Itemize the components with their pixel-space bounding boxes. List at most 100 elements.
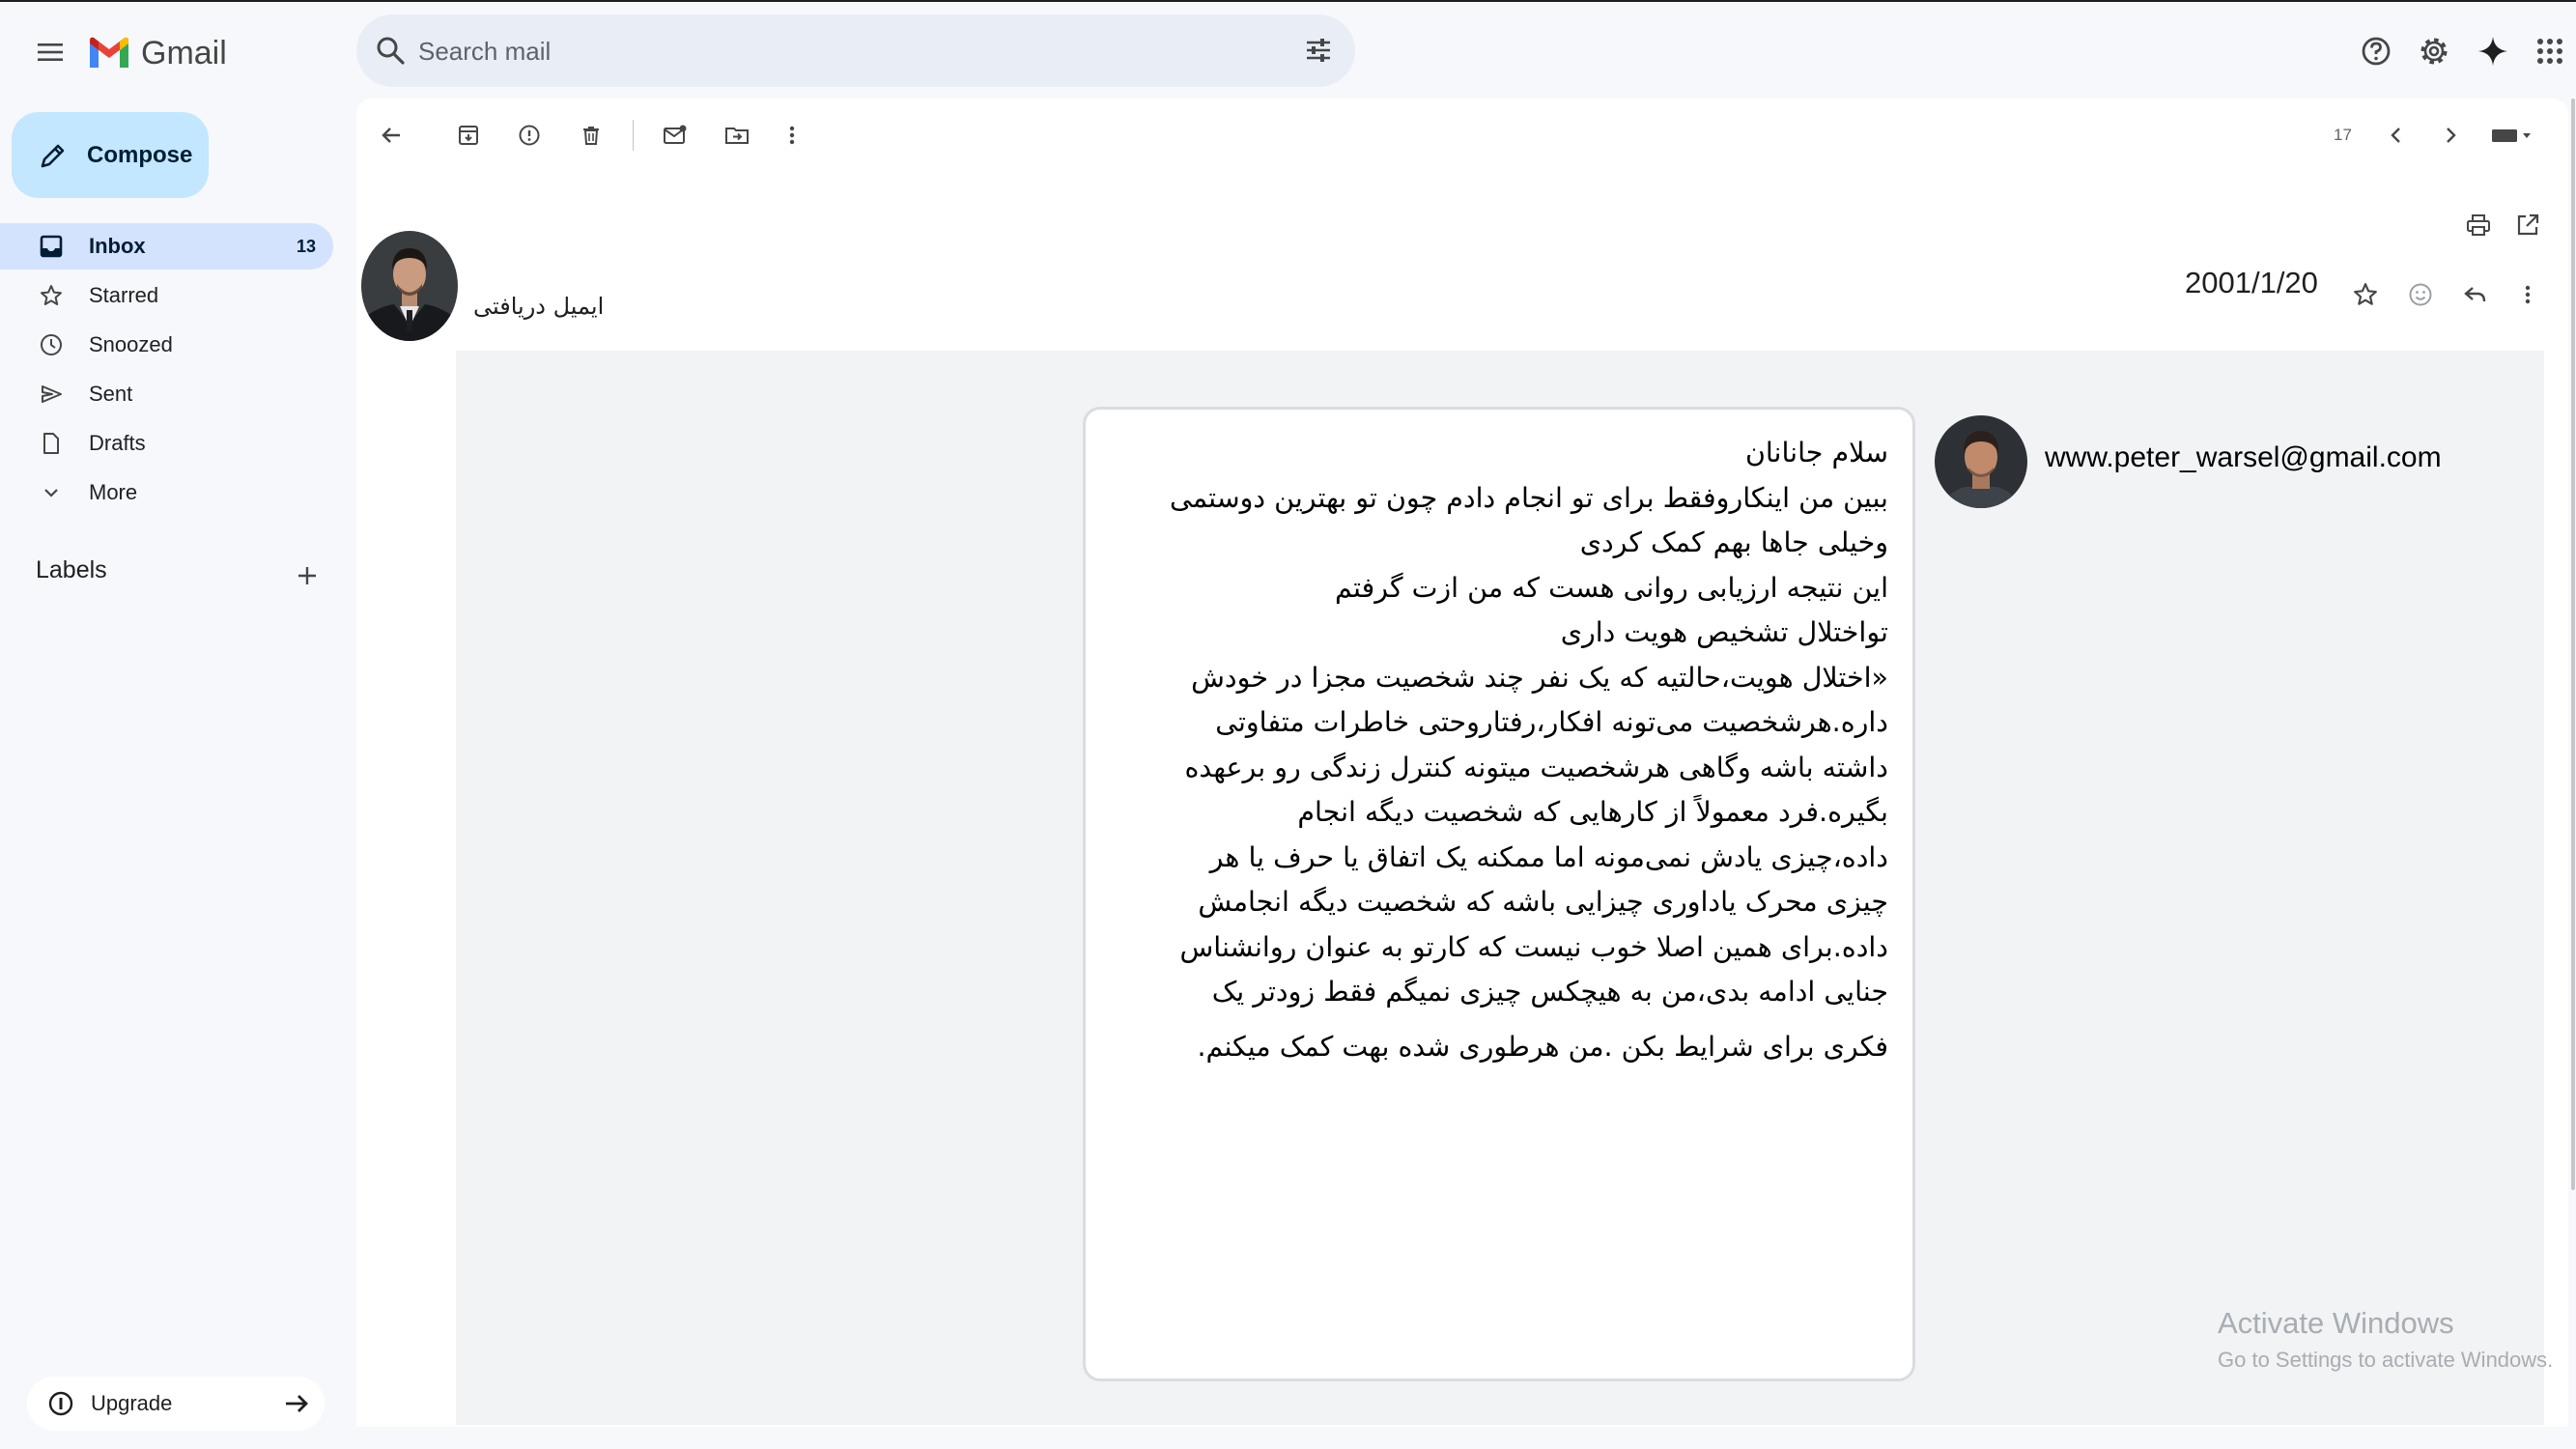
letter-line: چیزی محرک یاداوری چیزایی باشه که شخصیت د… [1198,886,1888,918]
sidebar-item-starred[interactable]: Starred [0,272,333,319]
search-bar[interactable] [356,14,1355,87]
search-icon[interactable] [374,34,407,67]
more-vert-icon [2525,285,2531,304]
add-label-button[interactable] [290,558,325,593]
letter-line: وخیلی جاها بهم کمک کردی [1579,526,1888,558]
help-button[interactable] [2354,29,2398,73]
sidebar-item-label: More [89,480,138,504]
chevron-down-icon [39,480,64,505]
reply-icon [2464,287,2486,302]
sidebar-item-label: Inbox [89,234,146,258]
emoji-icon [2409,283,2432,306]
search-input[interactable] [416,28,1251,74]
draft-icon [39,431,64,456]
add-reaction-button[interactable] [2401,275,2440,314]
more-vert-icon [789,126,795,145]
chevron-left-icon [2391,128,2400,143]
back-button[interactable] [372,116,410,155]
gmail-m-icon [90,37,128,68]
send-icon [39,382,64,407]
compose-label: Compose [87,141,193,168]
labels-heading: Labels [36,556,107,583]
input-tools-button[interactable] [2488,116,2536,155]
report-spam-icon [519,125,540,146]
archive-button[interactable] [449,116,488,155]
help-icon [2362,37,2391,66]
sidebar-item-label: Snoozed [89,332,173,356]
gemini-button[interactable] [2471,29,2515,73]
upgrade-label: Upgrade [91,1391,173,1415]
letter-line: داده،چیزی یادش نمی‌مونه اما ممکنه یک اتف… [1209,840,1888,873]
sidebar-item-label: Drafts [89,431,146,455]
sidebar-item-sent[interactable]: Sent [0,371,333,417]
print-icon [2467,214,2490,236]
older-button[interactable] [2431,116,2470,155]
star-icon [2354,283,2377,305]
search-options-icon[interactable] [1303,35,1334,66]
letter-line: این نتیجه ارزیابی روانی هست که من ازت گر… [1335,571,1888,604]
settings-icon [2420,38,2448,65]
letter-line: داشته باشه وگاهی هرشخصیت میتونه کنترل زن… [1184,751,1888,783]
back-icon [382,128,400,143]
email-address-text: www.peter_warsel@gmail.com [2045,441,2442,473]
keyboard-icon [2492,129,2531,142]
delete-icon [583,127,599,145]
settings-button[interactable] [2412,29,2456,73]
mark-unread-icon [664,125,687,144]
email-sender-avatar [1935,415,2027,508]
sidebar-item-inbox[interactable]: Inbox 13 [0,223,333,270]
star-button[interactable] [2346,275,2385,314]
inbox-icon [39,234,64,259]
pager-count: 17 [2334,126,2352,144]
delete-button[interactable] [572,116,610,155]
upgrade-icon [48,1391,73,1416]
newer-button[interactable] [2377,116,2416,155]
compose-button[interactable]: Compose [12,112,209,198]
sidebar-item-label: Sent [89,382,133,406]
move-to-button[interactable] [718,116,756,155]
letter-line: ببین من اینکاروفقط برای تو انجام دادم چو… [1169,481,1888,514]
windows-activation-watermark: Activate Windows [2218,1306,2454,1340]
message-date: 2001/1/20 [2185,266,2318,299]
archive-icon [459,126,478,145]
sidebar-item-label: Starred [89,283,159,307]
menu-icon [38,43,63,61]
letter-line: داره.هرشخصیت می‌تونه افکار،رفتاروحتی خاط… [1215,706,1888,738]
message-more-button[interactable] [2508,275,2547,314]
open-in-new-window-button[interactable] [2508,206,2547,244]
pencil-icon [41,144,65,167]
letter-line: جنایی ادامه بدی،من به هیچکس چیزی نمیگم ف… [1211,976,1888,1008]
apps-button[interactable] [2528,29,2572,73]
sender-name[interactable]: ایمیل دریافتی [473,293,604,320]
gmail-logo[interactable]: Gmail [87,29,227,77]
plus-icon [298,567,316,584]
apps-icon [2537,39,2562,64]
letter-text: سلام جانانان ببین من اینکاروفقط برای تو … [1104,431,1888,1069]
reply-button[interactable] [2456,275,2495,314]
sidebar-item-drafts[interactable]: Drafts [0,420,333,467]
mark-unread-button[interactable] [656,116,694,155]
letter-line: «اختلال هویت،حالتیه که یک نفر چند شخصیت … [1191,661,1888,694]
sender-avatar[interactable] [361,231,458,341]
clock-icon [39,332,64,357]
arrow-right-icon [286,1395,308,1412]
open-in-new-icon [2517,213,2539,236]
letter-line: بگیره.فرد معمولاً از کارهایی که شخصیت دی… [1297,796,1888,828]
move-to-icon [725,128,749,144]
toolbar-divider [633,120,634,151]
main-menu-button[interactable] [29,31,71,73]
letter-line: سلام جانانان [1744,437,1888,469]
upgrade-button[interactable]: Upgrade [27,1377,325,1431]
letter-line: داده.برای همین اصلا خوب نیست که کارتو به… [1179,930,1888,963]
app-name: Gmail [141,34,227,71]
letter-line: تواختلال تشخیص هویت داری [1560,616,1888,648]
more-options-button[interactable] [773,116,811,155]
sidebar-item-snoozed[interactable]: Snoozed [0,322,333,368]
report-spam-button[interactable] [510,116,549,155]
scrollbar[interactable] [2571,99,2575,1190]
sidebar-item-more[interactable]: More [0,469,333,516]
unread-count: 13 [296,236,316,256]
star-icon [39,283,64,308]
gemini-icon [2478,37,2507,66]
print-button[interactable] [2459,206,2498,244]
